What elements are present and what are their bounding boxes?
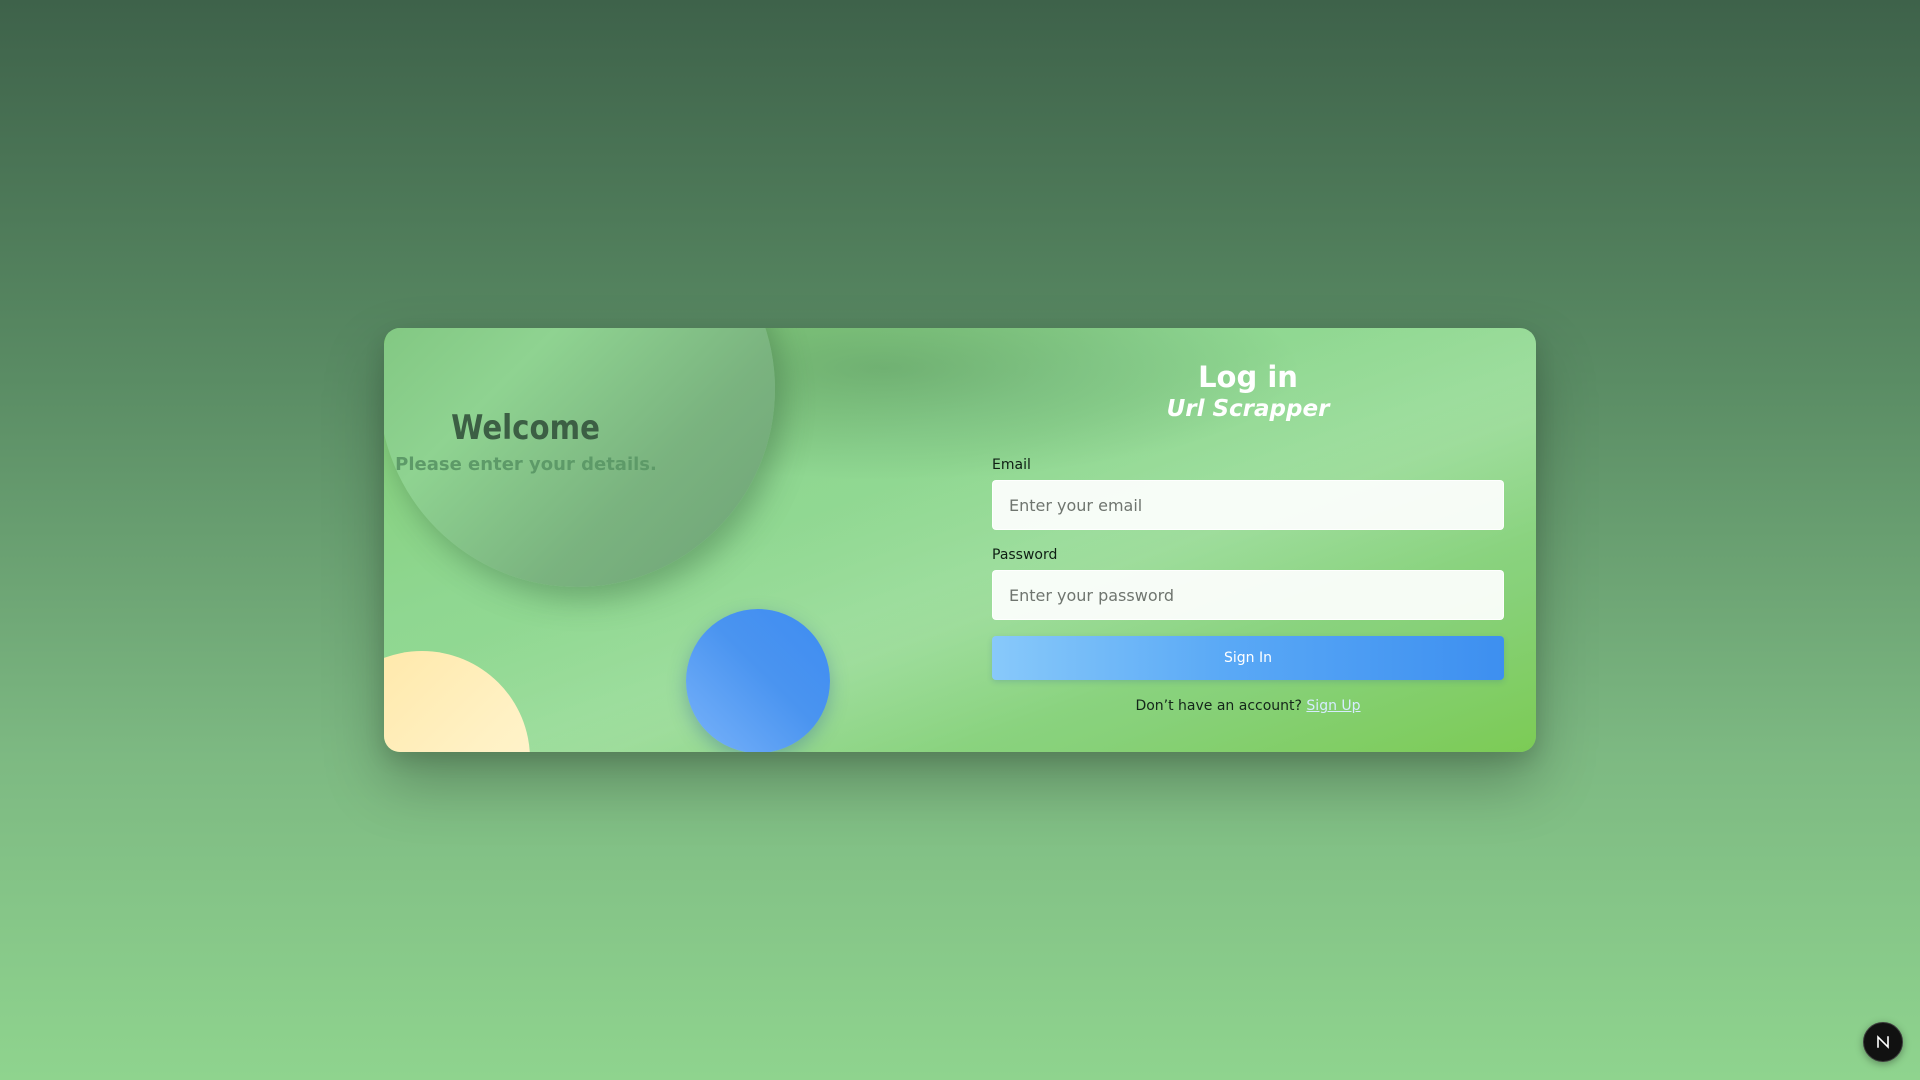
n-logo-badge[interactable] [1863, 1022, 1903, 1062]
login-title: Log in [1198, 360, 1298, 394]
login-card: Welcome Please enter your details. Log i… [384, 328, 1536, 752]
email-label: Email [992, 457, 1031, 473]
app-name: Url Scrapper [1166, 396, 1330, 422]
sign-up-link[interactable]: Sign Up [1306, 698, 1360, 714]
decorative-blue-circle [686, 609, 830, 752]
login-form: Log in Url Scrapper Email Password Sign … [992, 328, 1504, 714]
welcome-panel: Welcome Please enter your details. [384, 408, 668, 475]
n-logo-icon [1877, 1035, 1889, 1049]
password-field[interactable] [992, 570, 1504, 620]
welcome-subtitle: Please enter your details. [395, 454, 657, 475]
decorative-yellow-circle [384, 651, 530, 752]
signup-prompt: Don’t have an account? [1135, 698, 1302, 714]
sign-in-button[interactable]: Sign In [992, 636, 1504, 680]
password-label: Password [992, 547, 1058, 563]
email-field[interactable] [992, 480, 1504, 530]
signup-row: Don’t have an account? Sign Up [992, 698, 1504, 714]
welcome-title: Welcome [451, 408, 601, 448]
